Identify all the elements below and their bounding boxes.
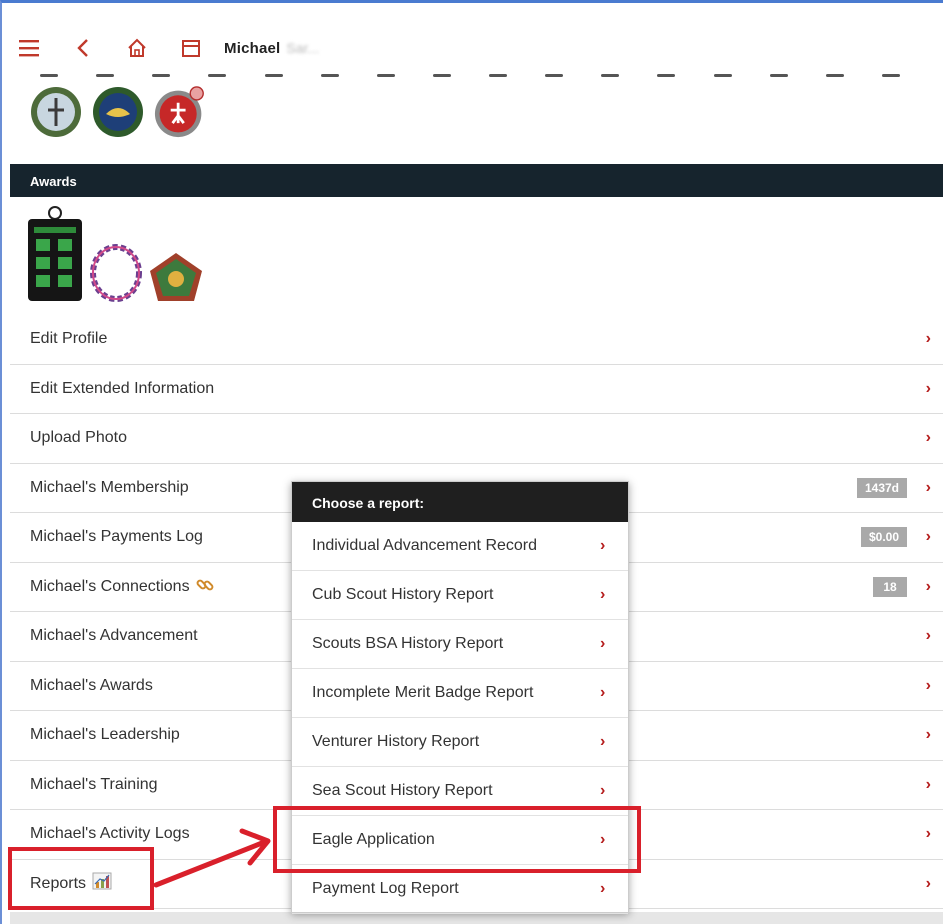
chevron-right-icon: › [925,825,931,843]
menu-item-label: Michael's Connections [30,577,190,595]
report-option-incomplete-merit-badge[interactable]: Incomplete Merit Badge Report › [292,669,628,718]
report-option-scouts-bsa-history[interactable]: Scouts BSA History Report › [292,620,628,669]
report-option-cub-scout-history[interactable]: Cub Scout History Report › [292,571,628,620]
report-option-label: Sea Scout History Report [312,782,493,799]
report-option-label: Payment Log Report [312,880,459,897]
award-knot-icon[interactable] [88,239,144,308]
connections-count-badge: 18 [873,576,907,597]
menu-item-label: Michael's Awards [30,676,153,694]
payments-balance-badge: $0.00 [860,527,907,548]
award-device-icon[interactable] [26,205,84,308]
chevron-right-icon: › [925,330,931,348]
chevron-right-icon: › [600,586,606,603]
highlight-reports-box [8,847,154,910]
member-name: Michael [224,39,281,57]
annotation-arrow-icon [153,828,271,888]
chevron-right-icon: › [925,429,931,447]
chevron-right-icon: › [925,528,931,546]
chevron-right-icon: › [925,577,931,595]
chevron-right-icon: › [925,676,931,694]
chevron-right-icon: › [925,726,931,744]
report-option-label: Cub Scout History Report [312,586,494,603]
membership-days-badge: 1437d [856,477,907,498]
menu-item-upload-photo[interactable]: Upload Photo › [10,414,943,464]
chevron-right-icon: › [600,782,606,799]
awards-icons [26,205,204,308]
merit-badge-emblem[interactable] [154,86,206,138]
chevron-right-icon: › [600,733,606,750]
rank-progress-dashes [40,74,900,80]
chevron-right-icon: › [925,478,931,496]
chevron-right-icon: › [925,775,931,793]
report-option-label: Scouts BSA History Report [312,635,504,652]
highlight-eagle-application-box [273,806,641,873]
report-option-label: Venturer History Report [312,733,480,750]
back-icon[interactable] [72,37,94,59]
menu-item-edit-profile[interactable]: Edit Profile › [10,315,943,365]
link-icon [196,576,214,597]
chevron-right-icon: › [925,379,931,397]
chevron-right-icon: › [925,627,931,645]
merit-badge-emblem[interactable] [30,86,82,138]
menu-item-label: Michael's Leadership [30,726,180,744]
report-option-label: Incomplete Merit Badge Report [312,684,534,701]
menu-item-label: Edit Profile [30,330,108,348]
merit-badges [30,86,206,138]
report-option-label: Individual Advancement Record [312,537,538,554]
menu-item-label: Upload Photo [30,429,127,447]
chevron-right-icon: › [600,684,606,701]
menu-item-edit-extended-information[interactable]: Edit Extended Information › [10,365,943,414]
dropdown-title: Choose a report: [292,482,628,522]
calendar-icon[interactable] [180,37,202,59]
menu-item-label: Michael's Advancement [30,627,198,645]
award-patch-icon[interactable] [148,251,204,308]
merit-badge-emblem[interactable] [92,86,144,138]
awards-section-header: Awards [10,164,943,197]
menu-item-label: Michael's Membership [30,478,189,496]
home-icon[interactable] [126,37,148,59]
hamburger-menu-icon[interactable] [18,37,40,59]
member-name-obscured: Sar... [286,40,320,56]
report-option-venturer-history[interactable]: Venturer History Report › [292,718,628,767]
chevron-right-icon: › [600,537,606,554]
chevron-right-icon: › [925,874,931,892]
menu-item-label: Edit Extended Information [30,379,215,397]
report-option-individual-advancement-record[interactable]: Individual Advancement Record › [292,522,628,571]
top-bar: Michael Sar... [8,22,943,74]
menu-item-label: Michael's Payments Log [30,528,203,546]
chevron-right-icon: › [600,880,606,897]
chevron-right-icon: › [600,635,606,652]
menu-item-label: Michael's Training [30,775,158,793]
